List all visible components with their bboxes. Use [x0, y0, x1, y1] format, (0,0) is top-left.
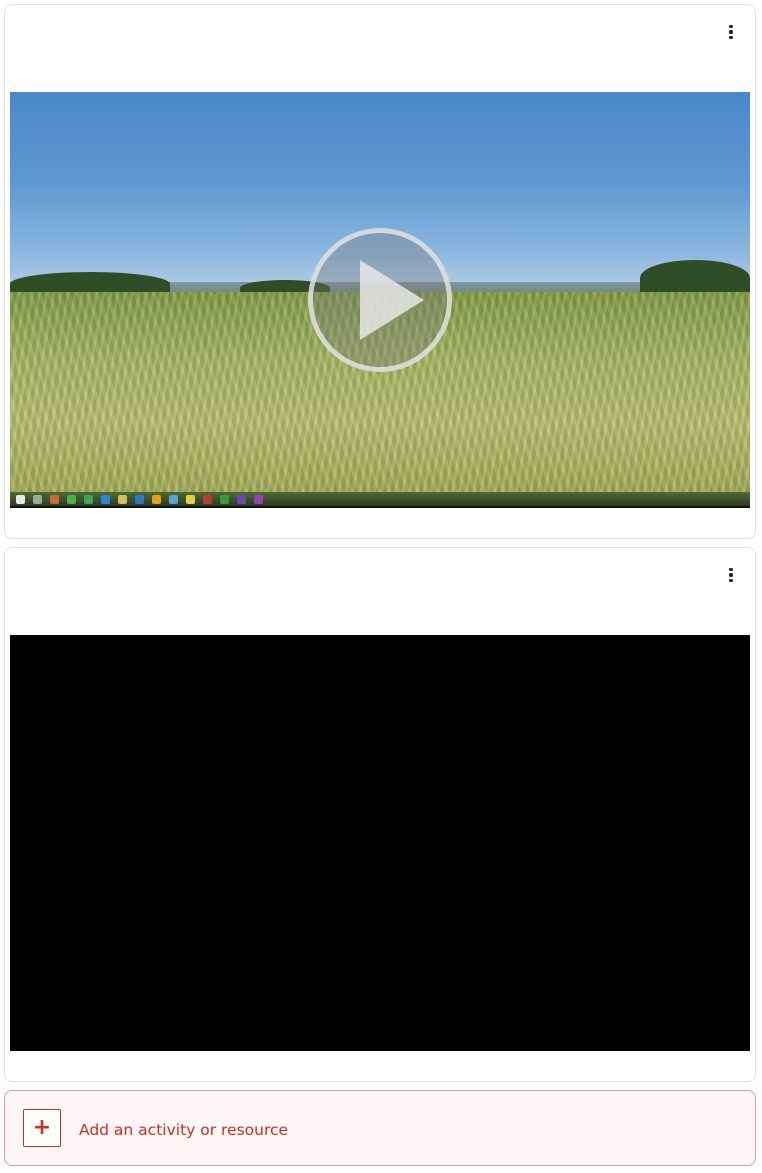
video-poster-trees	[640, 260, 750, 296]
kebab-menu-icon[interactable]	[724, 565, 738, 585]
kebab-menu-icon[interactable]	[724, 22, 738, 42]
play-icon[interactable]	[308, 228, 452, 372]
video-player[interactable]	[10, 92, 750, 508]
video-poster-taskbar	[10, 492, 750, 508]
plus-icon: +	[23, 1109, 61, 1147]
video-player[interactable]	[10, 635, 750, 1051]
activity-card	[4, 4, 756, 539]
add-activity-button[interactable]: + Add an activity or resource	[4, 1090, 756, 1166]
add-activity-label: Add an activity or resource	[79, 1120, 289, 1139]
activity-card	[4, 547, 756, 1082]
